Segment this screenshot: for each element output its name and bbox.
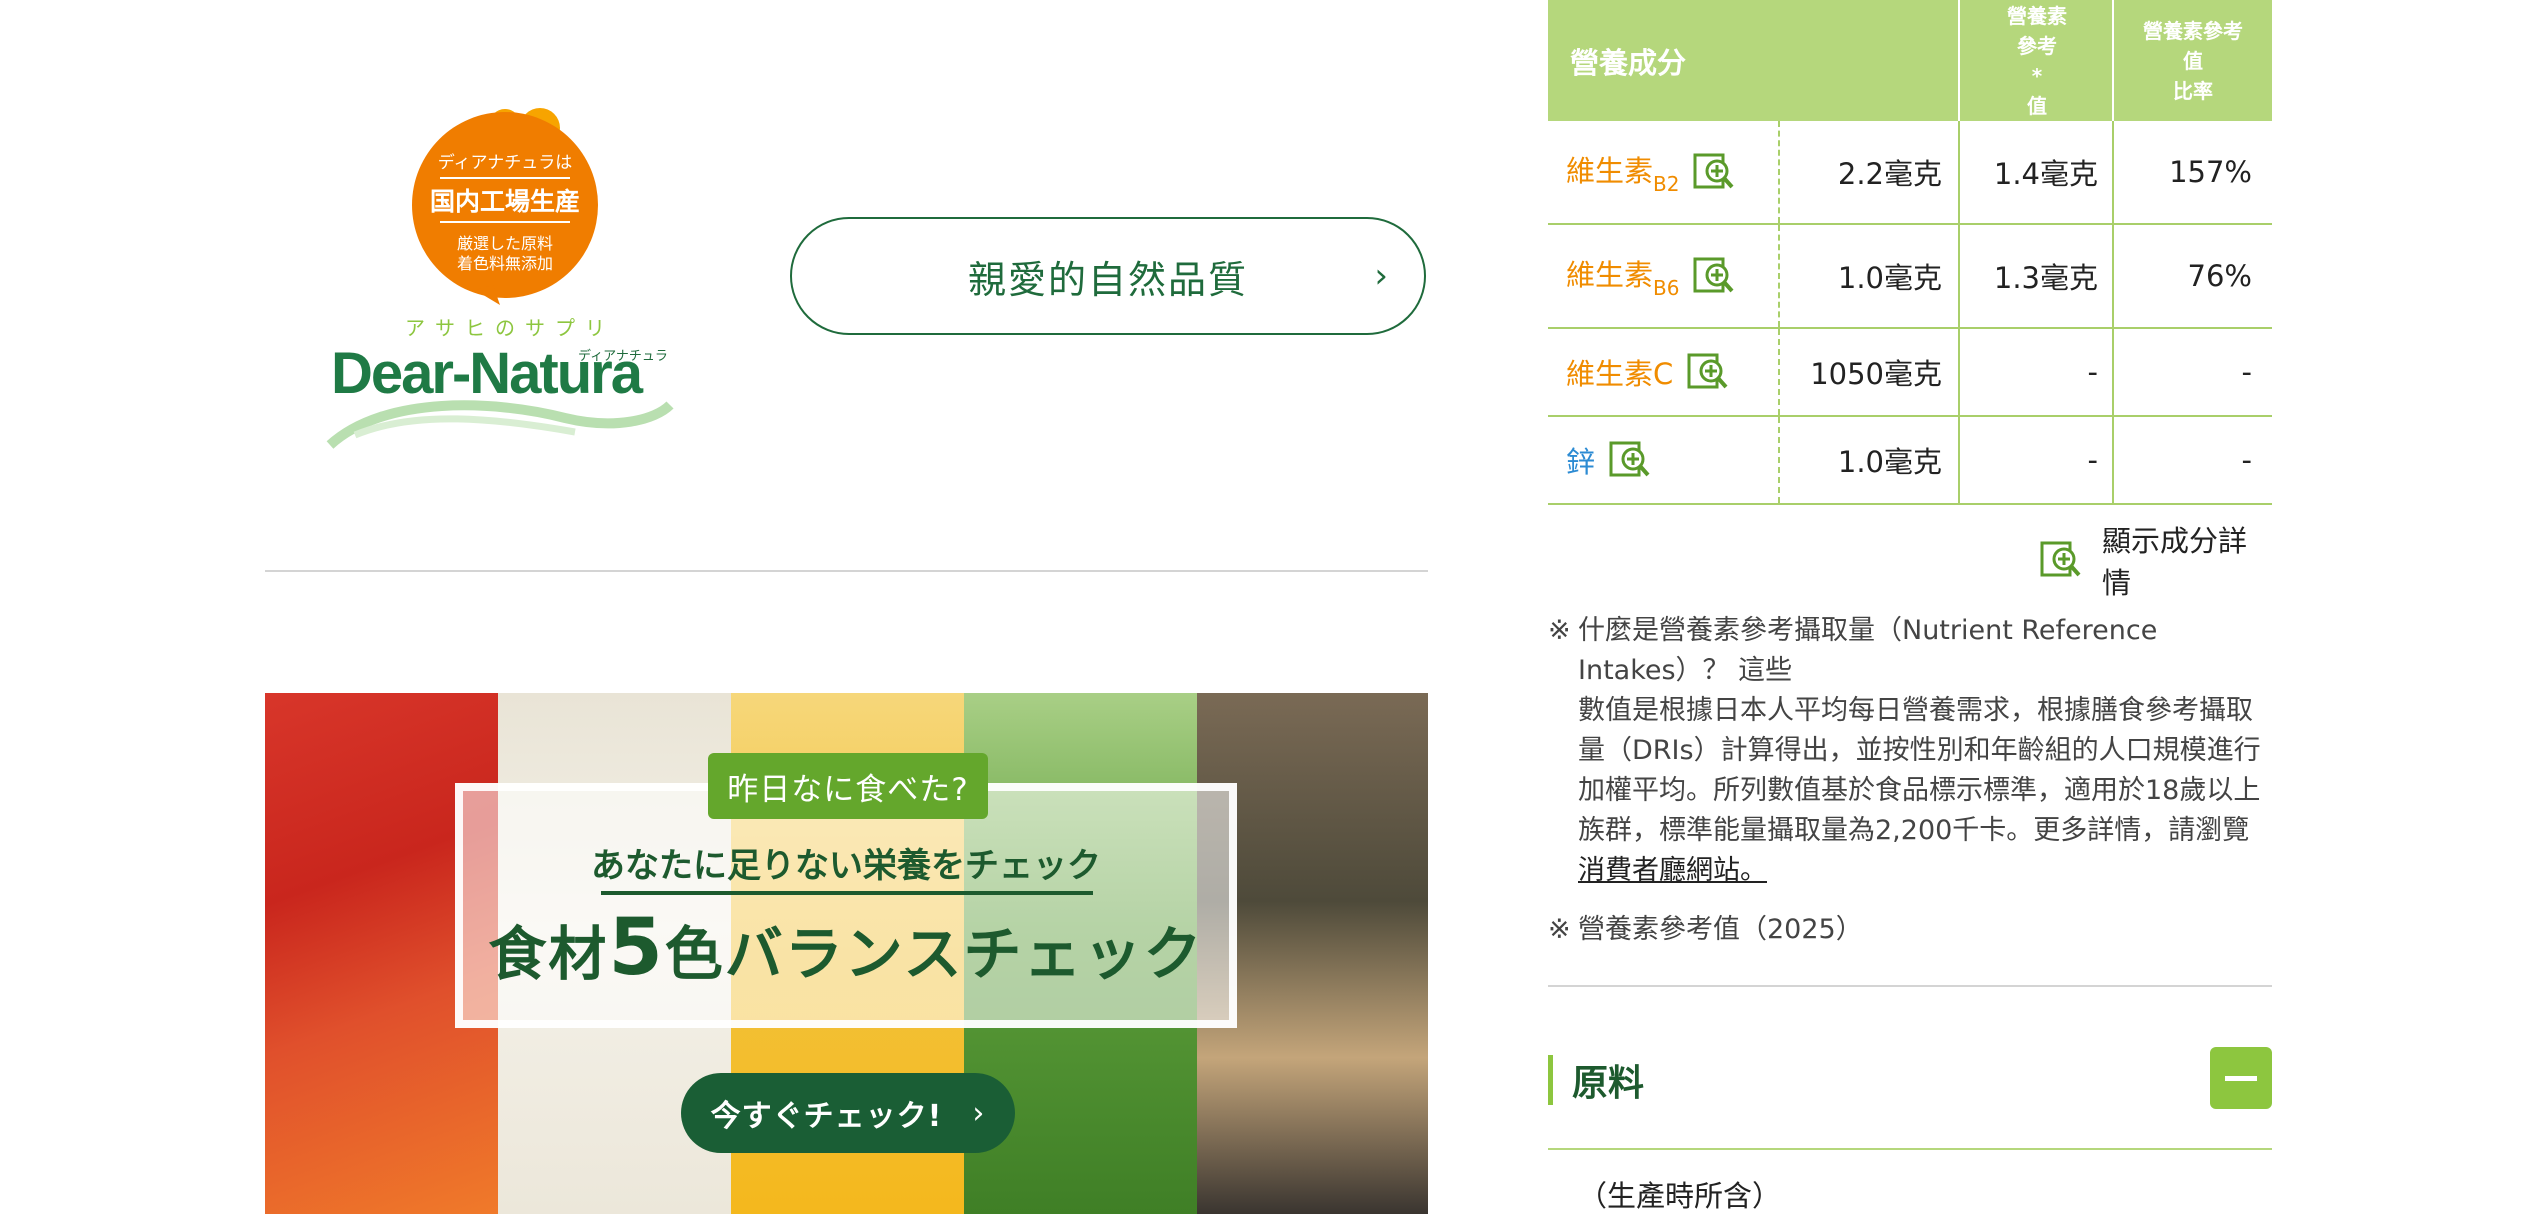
note-line2: Intakes）？ 這些 bbox=[1578, 655, 1793, 686]
ingredients-section-header: 原料 bbox=[1548, 1045, 2272, 1115]
banner-title: 食材5色バランスチェック bbox=[455, 903, 1237, 993]
nutrient-reference-note: ※ 什麼是營養素參考攝取量（Nutrient Reference Intakes… bbox=[1548, 611, 2272, 891]
ratio-cell: - bbox=[2241, 355, 2252, 389]
ref-cell: 1.3毫克 bbox=[1993, 261, 2098, 295]
nutrient-name: 鋅 bbox=[1566, 445, 1596, 479]
note-mark: ※ bbox=[1548, 914, 1571, 945]
ingredients-divider bbox=[1548, 1148, 2272, 1150]
ratio-cell: - bbox=[2241, 443, 2252, 477]
banner-pill: 昨日なに食べた? bbox=[708, 753, 988, 819]
magnify-plus-icon bbox=[2040, 539, 2082, 581]
magnify-plus-icon[interactable] bbox=[1693, 151, 1735, 193]
nutrient-name: 維生素C bbox=[1566, 357, 1674, 391]
amount-cell: 1.0毫克 bbox=[1837, 261, 1942, 295]
check-now-label: 今すぐチェック! bbox=[710, 1099, 943, 1134]
natural-quality-button[interactable]: 親愛的自然品質 › bbox=[790, 217, 1426, 335]
chevron-right-icon: › bbox=[1374, 256, 1390, 296]
ratio-cell: 157% bbox=[2169, 155, 2252, 189]
dear-natura-logo[interactable]: ディアナチュラは 国内工場生産 厳選した原料 着色料無添加 アサヒのサプリ ディ… bbox=[325, 100, 675, 460]
table-row: 維生素C 1050毫克 - - bbox=[1548, 329, 2272, 417]
nutrient-name-cell: 維生素B6 bbox=[1566, 225, 1776, 327]
show-ingredient-details-link[interactable]: 顯示成分詳情 bbox=[2040, 524, 2272, 600]
nutrient-name: 維生素B2 bbox=[1566, 154, 1680, 196]
nutrition-table-header: 營養成分 營養素 參考 * 值 營養素參考 值 比率 bbox=[1548, 0, 2272, 121]
ref-cell: - bbox=[2087, 355, 2098, 389]
magnify-plus-icon[interactable] bbox=[1687, 351, 1729, 393]
header-ref-value: 營養素 參考 * 值 bbox=[2007, 3, 2067, 118]
show-details-label: 顯示成分詳情 bbox=[2102, 524, 2248, 600]
note-mark: ※ bbox=[1548, 615, 1571, 646]
amount-cell: 1.0毫克 bbox=[1837, 445, 1942, 479]
magnify-plus-icon[interactable] bbox=[1609, 439, 1651, 481]
ref-cell: - bbox=[2087, 443, 2098, 477]
banner-title-num: 5 bbox=[608, 903, 665, 993]
ingredients-title: 原料 bbox=[1572, 1063, 1645, 1104]
collapse-minus-icon[interactable] bbox=[2210, 1047, 2272, 1109]
chevron-right-icon: › bbox=[972, 1095, 986, 1131]
header-ratio: 營養素參考 值 比率 bbox=[2143, 18, 2243, 103]
note-line1: 什麼是營養素參考攝取量（Nutrient Reference bbox=[1578, 615, 2158, 646]
section-accent-bar bbox=[1548, 1055, 1553, 1105]
banner-subtitle: あなたに足りない栄養をチェック bbox=[591, 846, 1101, 886]
table-row: 維生素B2 2.2毫克 1.4毫克 157% bbox=[1548, 121, 2272, 225]
ratio-cell: 76% bbox=[2187, 259, 2252, 293]
logo-tagline: アサヒのサプリ bbox=[405, 316, 615, 340]
amount-cell: 2.2毫克 bbox=[1837, 157, 1942, 191]
banner-title-post: 色バランスチェック bbox=[664, 920, 1204, 988]
banner-title-pre: 食材 bbox=[488, 920, 609, 988]
natural-quality-button-label: 親愛的自然品質 bbox=[967, 257, 1248, 302]
badge-line1: ディアナチュラは bbox=[437, 153, 573, 173]
ref-cell: 1.4毫克 bbox=[1993, 157, 2098, 191]
nutrient-name-cell: 維生素B2 bbox=[1566, 121, 1776, 223]
note-body: 數值是根據日本人平均每日營養需求，根據膳食參考攝取量（DRIs）計算得出，並按性… bbox=[1578, 695, 2261, 886]
reference-value-note-text: 營養素參考值（2025） bbox=[1578, 914, 1863, 945]
header-nutrient: 營養成分 bbox=[1570, 45, 1687, 80]
reference-value-note: ※ 營養素參考值（2025） bbox=[1548, 910, 2272, 950]
badge-line4: 着色料無添加 bbox=[456, 254, 553, 273]
amount-cell: 1050毫克 bbox=[1810, 357, 1942, 391]
left-divider bbox=[265, 570, 1428, 572]
ingredients-content: （生產時所含） bbox=[1578, 1179, 1782, 1213]
right-divider bbox=[1548, 985, 2272, 987]
badge-line2: 国内工場生産 bbox=[429, 187, 580, 216]
nutrient-name-cell: 鋅 bbox=[1566, 417, 1776, 503]
magnify-plus-icon[interactable] bbox=[1693, 255, 1735, 297]
nutrient-name-cell: 維生素C bbox=[1566, 329, 1776, 415]
five-color-check-banner[interactable]: 昨日なに食べた? あなたに足りない栄養をチェック 食材5色バランスチェック 今す… bbox=[265, 693, 1428, 1214]
check-now-button[interactable]: 今すぐチェック! › bbox=[681, 1073, 1015, 1153]
logo-brand-name: Dear-Natura bbox=[331, 341, 643, 406]
table-row: 鋅 1.0毫克 - - bbox=[1548, 417, 2272, 505]
nutrient-name: 維生素B6 bbox=[1566, 258, 1680, 300]
banner-subtitle-underline bbox=[601, 891, 1093, 895]
consumer-agency-link[interactable]: 消費者廳網站。 bbox=[1578, 855, 1767, 886]
table-row: 維生素B6 1.0毫克 1.3毫克 76% bbox=[1548, 225, 2272, 329]
